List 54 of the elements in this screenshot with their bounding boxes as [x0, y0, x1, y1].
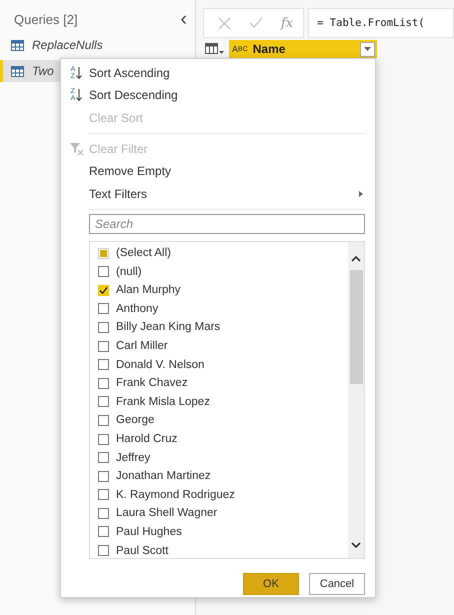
value-option[interactable]: Jeffrey — [98, 448, 348, 467]
value-option[interactable]: K. Raymond Rodriguez — [98, 486, 348, 504]
formula-field[interactable]: = Table.FromList( — [308, 8, 454, 38]
value-option[interactable]: Frank Misla Lopez — [98, 392, 348, 412]
checkbox[interactable] — [98, 359, 109, 370]
clear-filter-icon — [70, 142, 84, 156]
checkbox[interactable] — [98, 508, 109, 519]
ok-button[interactable]: OK — [243, 572, 299, 595]
value-option[interactable]: Jonathan Martinez — [98, 466, 348, 486]
scroll-up-icon[interactable] — [351, 256, 361, 262]
dropdown-button[interactable] — [360, 42, 375, 56]
checkbox[interactable] — [98, 452, 109, 464]
checkbox[interactable] — [98, 340, 109, 352]
collapse-button[interactable]: ‹ — [180, 9, 187, 29]
value-option[interactable]: Carl Miller — [98, 336, 348, 356]
value-option[interactable]: Anthony — [98, 300, 348, 318]
value-option[interactable]: Paul Scott — [98, 541, 348, 558]
value-option[interactable]: (null) — [98, 262, 348, 281]
panel-title: Queries [2] — [14, 12, 78, 26]
table-icon — [11, 40, 24, 50]
scroll-down-icon[interactable] — [351, 542, 361, 548]
cancel-button[interactable]: Cancel — [309, 572, 365, 595]
checkbox[interactable] — [98, 396, 109, 408]
scrollbar-thumb[interactable] — [350, 270, 362, 384]
table-icon — [11, 66, 24, 76]
query-item[interactable]: ReplaceNulls — [0, 34, 195, 56]
value-option[interactable]: Laura Shell Wagner — [98, 504, 348, 523]
caret-icon — [364, 47, 371, 51]
menu-item[interactable]: Remove Empty — [64, 160, 365, 182]
checkbox[interactable] — [98, 303, 109, 314]
value-option[interactable]: Donald V. Nelson — [98, 355, 348, 374]
value-option[interactable]: (Select All) — [98, 244, 348, 262]
menu-item[interactable]: Text Filters — [64, 182, 365, 205]
checkbox[interactable] — [98, 266, 109, 278]
value-option[interactable]: Paul Hughes — [98, 522, 348, 542]
checkbox[interactable] — [98, 434, 109, 445]
value-option[interactable]: Harold Cruz — [98, 430, 348, 448]
checkbox[interactable] — [98, 378, 109, 389]
checkbox[interactable] — [98, 470, 109, 482]
checkbox[interactable] — [98, 414, 109, 426]
value-option[interactable]: George — [98, 411, 348, 430]
checkbox[interactable] — [98, 545, 109, 556]
checkbox[interactable] — [98, 489, 109, 500]
checkbox[interactable] — [98, 526, 109, 538]
checkmark-icon[interactable] — [249, 17, 263, 29]
checkbox[interactable] — [98, 322, 109, 333]
table-menu-icon[interactable] — [205, 43, 225, 55]
value-option[interactable]: Frank Chavez — [98, 374, 348, 393]
value-option[interactable]: Alan Murphy — [98, 280, 348, 300]
submenu-arrow-icon — [359, 190, 363, 197]
checkbox[interactable] — [98, 248, 109, 259]
value-option[interactable]: Billy Jean King Mars — [98, 318, 348, 337]
checkbox[interactable] — [98, 284, 109, 296]
search-field[interactable]: Search — [89, 214, 365, 234]
